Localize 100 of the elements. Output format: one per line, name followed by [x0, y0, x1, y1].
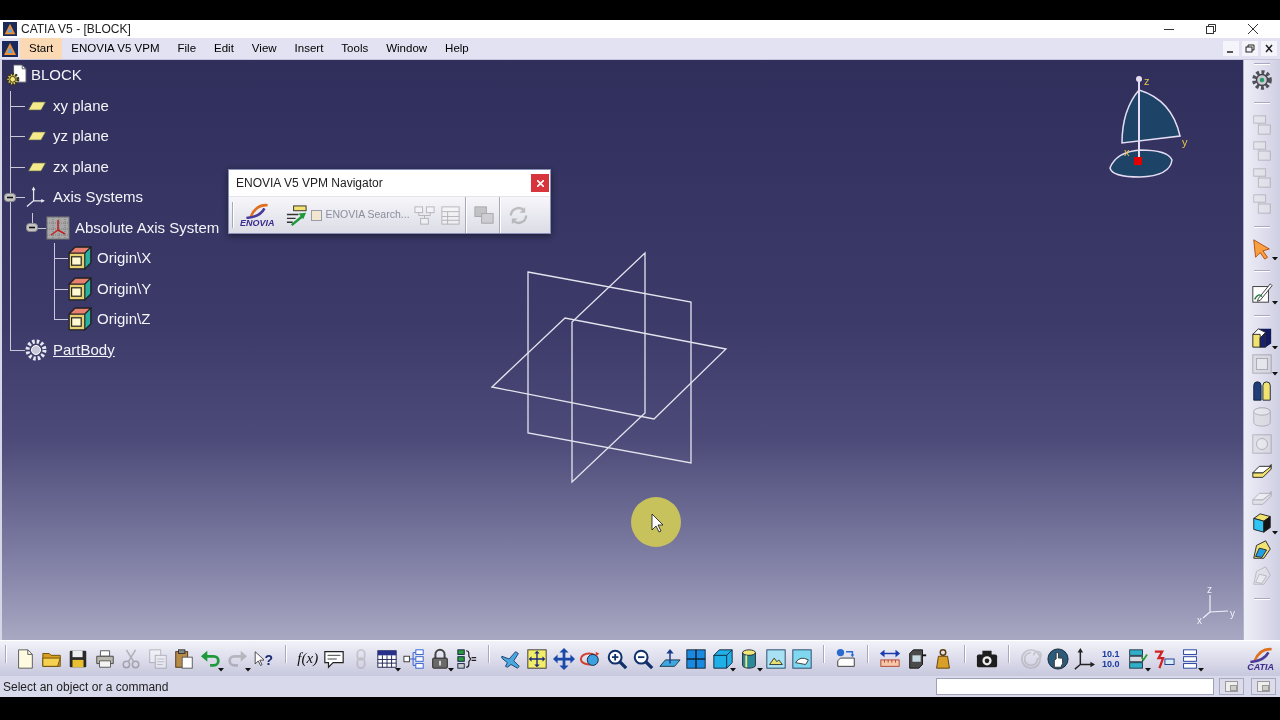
tree-item[interactable]: Origin\Y	[97, 279, 152, 298]
pointer-icon	[254, 650, 265, 667]
menu-item[interactable]: ENOVIA V5 VPM	[62, 38, 169, 59]
menu-item[interactable]: Window	[377, 38, 437, 59]
box-icon	[68, 307, 92, 332]
tree-item[interactable]: Origin\X	[97, 249, 152, 268]
plane-arrow-icon[interactable]	[658, 647, 681, 670]
close-icon	[536, 179, 544, 187]
zoom-out-icon[interactable]	[632, 647, 655, 670]
dropdown-arrow-icon[interactable]	[1272, 301, 1278, 305]
gear-icon[interactable]	[1251, 69, 1273, 92]
cube-icon[interactable]	[711, 647, 734, 670]
tree-item[interactable]: yz plane	[53, 127, 109, 146]
tree-item[interactable]: xy plane	[53, 96, 109, 115]
clipboard-icon[interactable]	[173, 647, 196, 670]
bracket-list-icon[interactable]	[455, 647, 478, 670]
plane-icon	[28, 100, 46, 111]
zoom-in-icon[interactable]	[605, 647, 628, 670]
extruded-block-icon[interactable]	[1251, 326, 1273, 349]
axis-label: y	[1230, 608, 1235, 619]
menu-item[interactable]: File	[168, 38, 206, 59]
axis-triad-drawing	[1202, 594, 1229, 619]
dropdown-arrow-icon[interactable]	[1272, 345, 1278, 349]
axis-icon[interactable]	[1073, 647, 1096, 670]
dropdown-arrow-icon[interactable]	[394, 668, 401, 672]
help-button[interactable]: ?	[254, 650, 274, 667]
ribbon-icon[interactable]	[1251, 538, 1273, 561]
dropdown-arrow-icon[interactable]	[1144, 668, 1151, 672]
logo-text: CATIA	[1247, 662, 1274, 672]
plane-icon	[28, 131, 46, 142]
dropdown-arrow-icon[interactable]	[730, 668, 736, 672]
layers-icon[interactable]	[1126, 647, 1149, 670]
printer-icon[interactable]	[93, 647, 116, 670]
pointer-arrow-icon[interactable]	[1251, 237, 1273, 260]
app-icon	[2, 40, 18, 57]
units-button[interactable]: 10.1 10.0	[1102, 648, 1120, 669]
pan-arrows-icon[interactable]	[552, 647, 575, 670]
plane-icon	[28, 161, 46, 172]
command-field[interactable]	[936, 678, 1214, 695]
fit-frame-icon[interactable]	[526, 647, 549, 670]
restore-icon[interactable]	[1206, 24, 1216, 34]
sketch-pencil-icon[interactable]	[1251, 282, 1273, 305]
box-icon	[68, 276, 92, 301]
axis-label: y	[1182, 136, 1188, 148]
window-title: CATIA V5 - [BLOCK]	[21, 22, 131, 36]
collapse-icon[interactable]	[26, 223, 38, 233]
hand-globe-icon[interactable]	[1046, 647, 1069, 670]
menu-item[interactable]: Edit	[205, 38, 243, 59]
swoosh-logo-icon	[245, 202, 270, 219]
window-icon	[1225, 681, 1238, 692]
tree-item[interactable]: Axis Systems	[53, 188, 143, 207]
picture-swap-icon[interactable]	[791, 647, 814, 670]
menu-item[interactable]: Start	[20, 38, 63, 59]
tree-item[interactable]: BLOCK	[31, 66, 82, 85]
table-grid-icon[interactable]	[376, 647, 399, 670]
close-icon[interactable]	[1248, 24, 1258, 34]
mouse-pointer-icon	[631, 497, 681, 547]
tree-item[interactable]: PartBody	[53, 340, 115, 359]
dropdown-arrow-icon[interactable]	[756, 668, 763, 672]
app-icon	[3, 22, 17, 36]
box-icon	[68, 246, 92, 271]
tree-item[interactable]: zx plane	[53, 157, 109, 176]
menu-item[interactable]: View	[242, 38, 286, 59]
menu-item[interactable]: Tools	[332, 38, 378, 59]
window-icon	[1257, 681, 1270, 692]
checkered-axis-icon	[46, 215, 70, 240]
dropdown-arrow-icon[interactable]	[1272, 256, 1278, 260]
axis-label: z	[1144, 75, 1150, 87]
menu-item[interactable]: Insert	[285, 38, 333, 59]
picture-icon[interactable]	[764, 647, 787, 670]
formula-button[interactable]: f(x)	[297, 651, 319, 666]
ruler-arrows-icon[interactable]	[879, 647, 902, 670]
minimize-icon[interactable]	[1164, 28, 1174, 30]
compass-drawing[interactable]	[1109, 76, 1181, 178]
tree-diagram-icon[interactable]	[402, 647, 425, 670]
close-button[interactable]	[531, 174, 549, 192]
cog-icon	[25, 338, 47, 361]
shaded-cube-icon[interactable]	[1251, 512, 1273, 535]
collapse-icon[interactable]	[4, 192, 16, 202]
close-icon[interactable]	[1261, 41, 1277, 56]
dialog-title: ENOVIA V5 VPM Navigator	[236, 175, 384, 192]
restore-icon[interactable]	[1242, 41, 1258, 56]
gear-document-icon	[5, 63, 27, 88]
dropdown-arrow-icon[interactable]	[1272, 531, 1278, 535]
dropdown-arrow-icon[interactable]	[1197, 668, 1204, 672]
dropdown-arrow-icon[interactable]	[447, 668, 454, 672]
tree-item[interactable]: Absolute Axis System	[75, 218, 220, 237]
dropdown-arrow-icon[interactable]	[218, 668, 224, 672]
axis-label: x	[1197, 615, 1202, 626]
tree-item[interactable]: Origin\Z	[97, 310, 151, 329]
open-arrow-icon[interactable]	[284, 203, 308, 227]
four-panes-icon[interactable]	[685, 647, 708, 670]
menu-item[interactable]: Help	[436, 38, 478, 59]
axis-label: x	[1124, 146, 1130, 158]
status-message: Select an object or a command	[2, 678, 169, 696]
axis-label: z	[1207, 584, 1212, 595]
catalog-boxes-icon[interactable]	[835, 647, 858, 670]
minimize-icon[interactable]	[1223, 41, 1239, 56]
axis-icon	[25, 186, 45, 209]
split-cylinder-icon[interactable]	[1251, 379, 1273, 402]
